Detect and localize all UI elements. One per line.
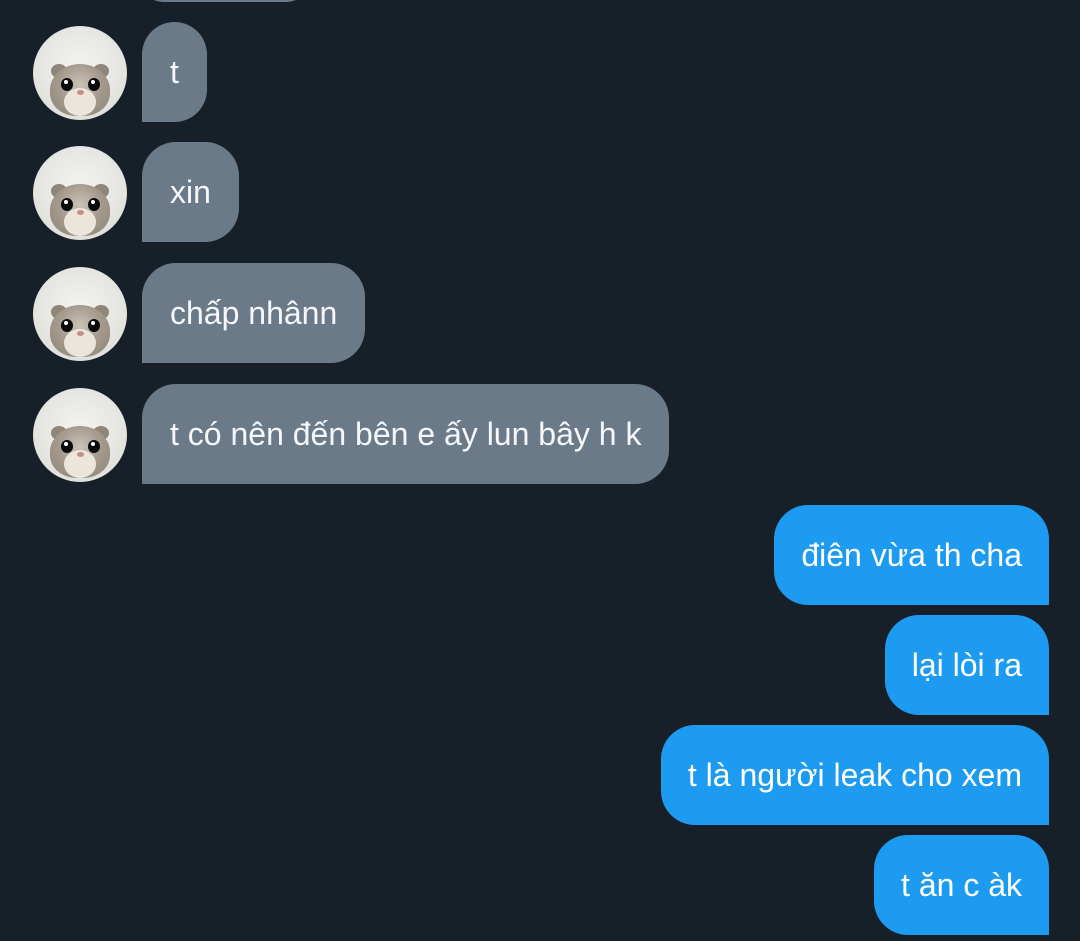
- hamster-avatar-icon[interactable]: [33, 146, 127, 240]
- incoming-message-bubble[interactable]: xin: [142, 142, 239, 242]
- incoming-message-row: xin: [0, 142, 250, 242]
- partial-message-bubble[interactable]: [142, 0, 308, 2]
- incoming-message-row: chấp nhânn: [0, 263, 380, 363]
- incoming-message-bubble[interactable]: chấp nhânn: [142, 263, 366, 363]
- hamster-avatar-icon[interactable]: [33, 26, 127, 120]
- incoming-message-row: t: [0, 22, 220, 122]
- outgoing-message-bubble[interactable]: điên vừa th cha: [774, 505, 1049, 605]
- incoming-message-row: t có nên đến bên e ấy lun bây h k: [0, 384, 680, 484]
- outgoing-message-bubble[interactable]: t là người leak cho xem: [660, 725, 1049, 825]
- incoming-message-bubble[interactable]: t có nên đến bên e ấy lun bây h k: [142, 384, 670, 484]
- hamster-avatar-icon[interactable]: [33, 388, 127, 482]
- hamster-avatar-icon[interactable]: [33, 267, 127, 361]
- incoming-message-bubble[interactable]: t: [142, 22, 207, 122]
- outgoing-message-bubble[interactable]: lại lòi ra: [884, 615, 1049, 715]
- chat-thread: t xin chấp nhânn t có nên đến bên e ấy l…: [0, 0, 1080, 941]
- outgoing-message-bubble[interactable]: t ăn c àk: [874, 835, 1049, 935]
